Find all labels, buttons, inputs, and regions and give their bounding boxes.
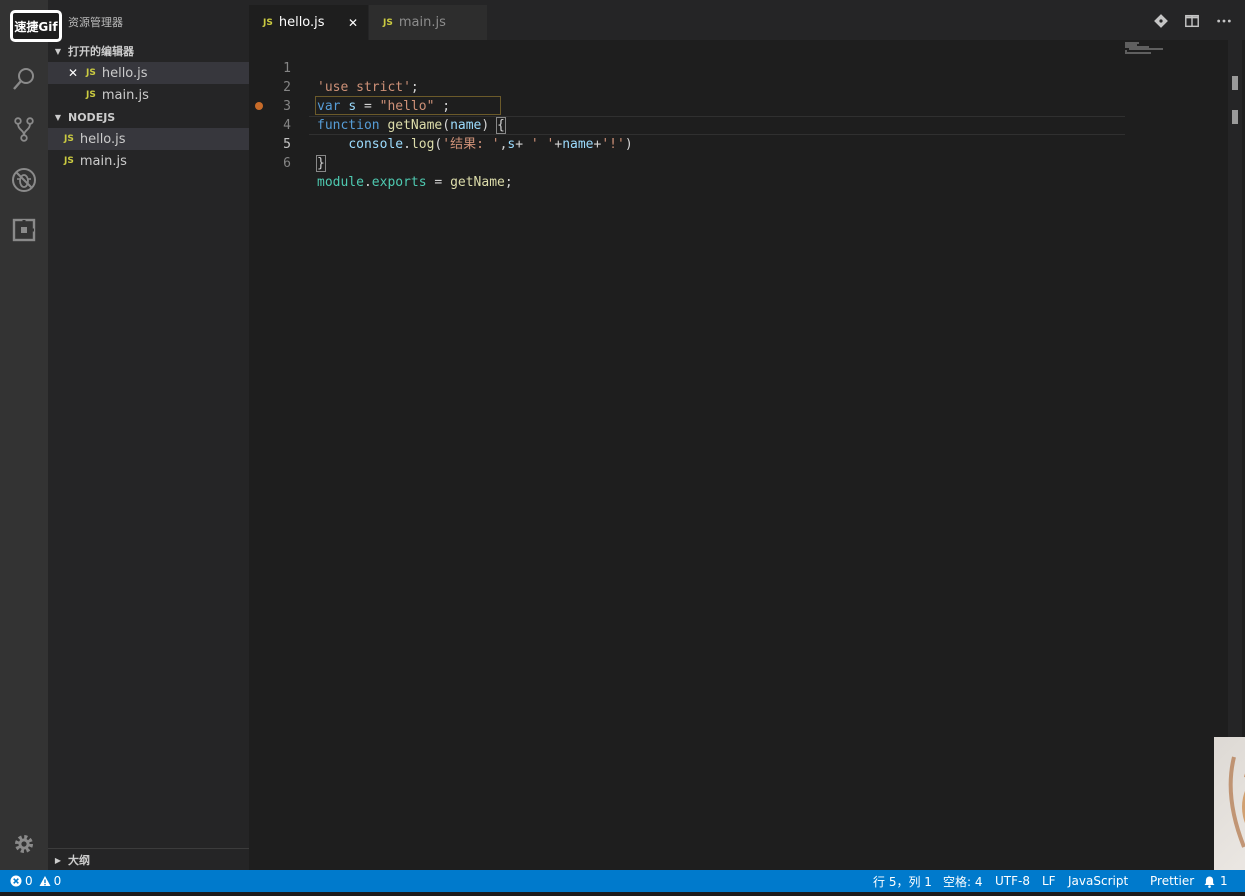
- error-icon: [10, 875, 22, 887]
- git-compare-icon[interactable]: [1152, 12, 1170, 30]
- chevron-down-icon: ▼: [54, 112, 62, 122]
- window-bottom-edge: [0, 892, 1245, 896]
- debug-icon[interactable]: [8, 164, 40, 196]
- activity-bar: [0, 0, 48, 870]
- editor-tab-bar: JS hello.js ✕ JS main.js: [249, 0, 1245, 40]
- line-number: 6: [283, 156, 291, 171]
- bell-icon: [1204, 876, 1215, 888]
- js-file-icon: JS: [86, 68, 96, 78]
- problems-indicator[interactable]: 0 0: [10, 870, 61, 892]
- close-icon[interactable]: ✕: [348, 16, 358, 30]
- js-file-icon: JS: [383, 17, 393, 28]
- tab-main-js[interactable]: JS main.js: [369, 5, 487, 40]
- cursor-position[interactable]: 行 5，列 1: [873, 870, 932, 892]
- eol-setting[interactable]: LF: [1042, 870, 1056, 892]
- more-actions-icon[interactable]: [1215, 12, 1233, 30]
- open-editors-header[interactable]: ▼ 打开的编辑器: [48, 40, 249, 62]
- indentation-setting[interactable]: 空格: 4: [943, 870, 983, 892]
- warning-count: 0: [53, 874, 62, 888]
- error-count: 0: [25, 874, 33, 888]
- explorer-sidebar: 资源管理器 ▼ 打开的编辑器 ✕ JS hello.js JS main.js …: [48, 0, 249, 870]
- js-file-icon: JS: [64, 134, 74, 144]
- source-control-icon[interactable]: [8, 113, 40, 145]
- folder-header-nodejs[interactable]: ▼ NODEJS: [48, 106, 249, 128]
- chevron-down-icon: ▼: [54, 46, 62, 56]
- code-line[interactable]: 4 console.log('结果: ',s+ ' '+name+'!'): [249, 97, 1129, 152]
- close-icon[interactable]: ✕: [68, 66, 80, 80]
- settings-gear-icon[interactable]: [8, 828, 40, 860]
- tab-label: main.js: [398, 15, 446, 30]
- code-line[interactable]: 5 }: [249, 116, 1129, 172]
- file-item-main[interactable]: JS main.js: [48, 150, 249, 172]
- encoding-setting[interactable]: UTF-8: [995, 870, 1030, 892]
- split-editor-icon[interactable]: [1183, 12, 1201, 30]
- open-editor-item-main[interactable]: JS main.js: [48, 84, 249, 106]
- file-item-hello[interactable]: JS hello.js: [48, 128, 249, 150]
- tab-label: hello.js: [278, 15, 325, 30]
- code-line[interactable]: 2 var s = "hello" ;: [249, 59, 1129, 114]
- notification-count: 1: [1220, 874, 1228, 888]
- explorer-title: 资源管理器: [68, 16, 123, 29]
- tab-hello-js[interactable]: JS hello.js ✕: [249, 5, 368, 40]
- code-line[interactable]: 3 function getName(name) {: [249, 78, 1129, 134]
- watermark-logo: 速捷Gif: [10, 10, 62, 42]
- open-editor-label: hello.js: [101, 65, 148, 81]
- open-editor-label: main.js: [101, 87, 149, 103]
- chevron-right-icon: ▶: [54, 855, 62, 865]
- warning-icon: [39, 876, 51, 886]
- language-mode[interactable]: JavaScript: [1068, 870, 1128, 892]
- search-icon[interactable]: [8, 63, 40, 95]
- open-editor-item-hello[interactable]: ✕ JS hello.js: [48, 62, 249, 84]
- minimap[interactable]: [1125, 40, 1225, 870]
- js-file-icon: JS: [86, 90, 96, 100]
- file-label: main.js: [79, 153, 127, 169]
- code-line[interactable]: 6 module.exports = getName;: [249, 135, 1129, 190]
- file-label: hello.js: [79, 131, 126, 147]
- js-file-icon: JS: [263, 17, 273, 28]
- code-editor[interactable]: 1 'use strict'; 2 var s = "hello" ; 3 fu…: [249, 40, 1245, 896]
- js-file-icon: JS: [64, 156, 74, 166]
- extensions-icon[interactable]: [8, 214, 40, 246]
- notifications-indicator[interactable]: 1: [1203, 870, 1228, 892]
- outline-header[interactable]: ▶ 大纲: [48, 848, 249, 871]
- code-line[interactable]: 1 'use strict';: [249, 40, 1129, 95]
- vscode-window: 速捷Gif 资源管理器 ▼ 打开的编辑器 ✕ JS hello.js JS ma…: [0, 0, 1245, 896]
- status-bar: 0 0 行 5，列 1 空格: 4 UTF-8 LF JavaScript Pr…: [0, 870, 1245, 892]
- prettier-status[interactable]: Prettier: [1150, 870, 1194, 892]
